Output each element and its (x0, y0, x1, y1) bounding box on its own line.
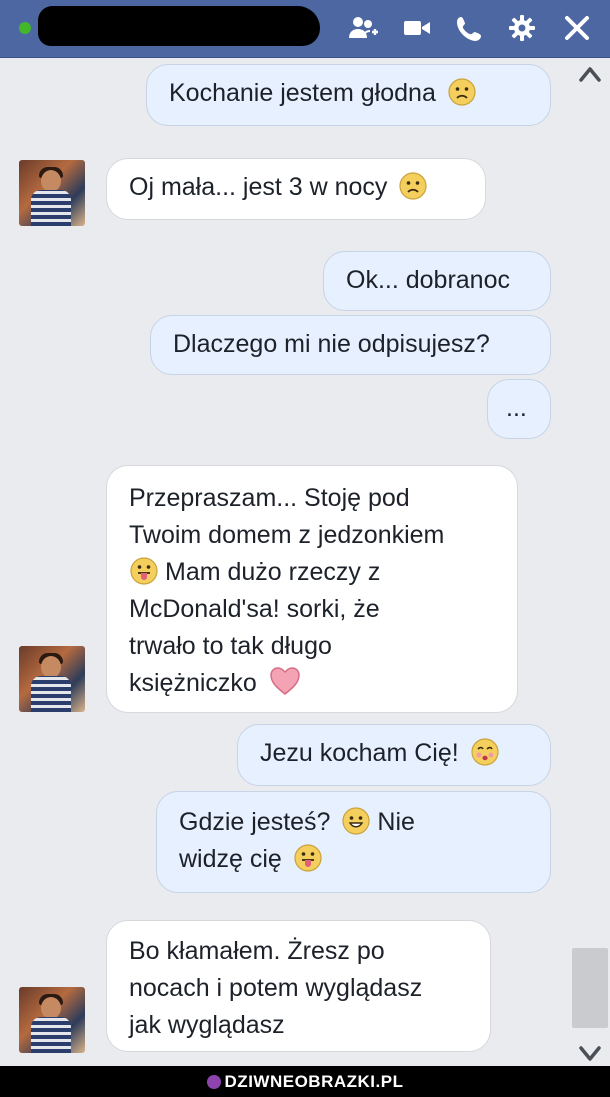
message-text: Jezu kocham Cię! (260, 739, 459, 767)
message-line: Bo kłamałem. Żresz po (129, 937, 385, 965)
message-bubble-sent: Gdzie jesteś? Nie widzę cię (156, 791, 551, 893)
redacted-contact-name (38, 6, 320, 46)
message-line: nocach i potem wyglądasz (129, 974, 423, 1002)
message-text: Dlaczego mi nie odpisujesz? (173, 330, 490, 358)
message-line: Gdzie jesteś? (179, 808, 331, 836)
message-text: Kochanie jestem głodna (169, 79, 436, 107)
scrollbar-thumb[interactable] (572, 948, 608, 1028)
close-icon[interactable] (562, 14, 592, 42)
message-bubble-sent: ... (487, 379, 551, 439)
message-line: Mam dużo rzeczy z (165, 558, 381, 586)
message-line: księżniczko (129, 669, 257, 697)
message-text: ... (506, 394, 527, 422)
smile-face-emoji (341, 806, 371, 836)
contact-avatar[interactable] (19, 987, 85, 1053)
chevron-up-icon[interactable] (578, 64, 602, 84)
message-line: McDonald'sa! sorki, że (129, 595, 380, 623)
message-bubble-received: Przepraszam... Stoję pod Twoim domem z j… (106, 465, 518, 713)
message-text: Oj mała... jest 3 w nocy (129, 173, 388, 201)
contact-avatar[interactable] (19, 160, 85, 226)
message-bubble-sent: Kochanie jestem głodna (146, 64, 551, 126)
contact-avatar[interactable] (19, 646, 85, 712)
phone-icon[interactable] (454, 14, 484, 42)
watermark-text: DZIWNEOBRAZKI.PL (224, 1072, 404, 1091)
chat-scrollbar[interactable] (572, 58, 610, 1066)
tongue-face-emoji (129, 556, 159, 586)
sad-face-emoji (447, 77, 477, 107)
watermark-bar: DZIWNEOBRAZKI.PL (0, 1066, 610, 1097)
message-bubble-sent: Ok... dobranoc (323, 251, 551, 311)
message-thread: Kochanie jestem głodna Oj mała... jest 3… (0, 58, 610, 1066)
message-line: trwało to tak długo (129, 632, 332, 660)
video-camera-icon[interactable] (402, 14, 432, 42)
message-bubble-sent: Jezu kocham Cię! (237, 724, 551, 786)
tongue-face-emoji (293, 843, 323, 873)
heart-emoji (268, 665, 302, 697)
chat-titlebar (0, 0, 610, 58)
sad-face-emoji (398, 171, 428, 201)
chevron-down-icon[interactable] (578, 1044, 602, 1064)
online-status-dot (19, 22, 31, 34)
add-person-icon[interactable] (348, 14, 378, 42)
message-line: widzę cię (179, 845, 282, 873)
watermark-logo-icon (206, 1075, 221, 1089)
message-line: Twoim domem z jedzonkiem (129, 521, 445, 549)
message-line: Przepraszam... Stoję pod (129, 484, 410, 512)
message-bubble-received: Oj mała... jest 3 w nocy (106, 158, 486, 220)
message-line: jak wyglądasz (129, 1011, 285, 1039)
message-bubble-sent: Dlaczego mi nie odpisujesz? (150, 315, 551, 375)
message-text: Ok... dobranoc (346, 266, 510, 294)
message-bubble-received: Bo kłamałem. Żresz po nocach i potem wyg… (106, 920, 491, 1052)
message-line: Nie (377, 808, 415, 836)
gear-icon[interactable] (507, 14, 537, 42)
kiss-face-emoji (470, 737, 500, 767)
